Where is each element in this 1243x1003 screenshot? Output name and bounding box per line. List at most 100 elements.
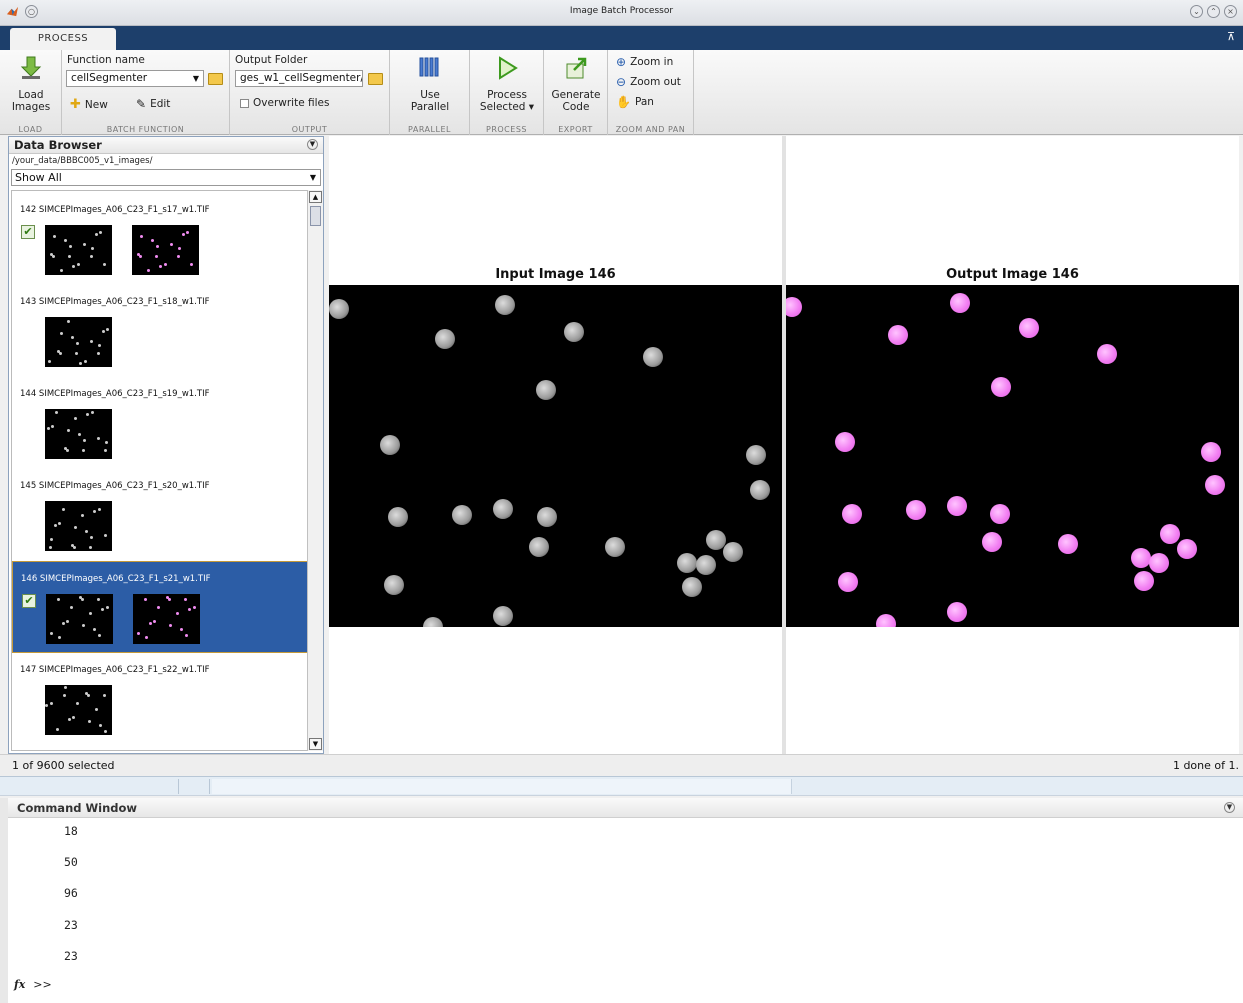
panel-options-icon[interactable]: ▼ xyxy=(1224,802,1235,813)
cell-blob xyxy=(746,445,766,465)
input-thumbnail[interactable] xyxy=(45,317,112,367)
thumbnail-cell xyxy=(59,352,62,355)
new-function-button[interactable]: ✚ New xyxy=(70,97,108,112)
list-item-name: 145 SIMCEPImages_A06_C23_F1_s20_w1.TIF xyxy=(20,481,210,491)
use-parallel-button[interactable]: Use Parallel xyxy=(402,54,458,113)
output-thumbnail[interactable] xyxy=(132,225,199,275)
output-thumbnail[interactable] xyxy=(133,594,200,644)
function-name-dropdown[interactable]: cellSegmenter ▼ xyxy=(66,70,204,87)
zoom-out-button[interactable]: ⊖ Zoom out xyxy=(616,75,681,89)
thumbnail-cell xyxy=(89,546,92,549)
input-thumbnail[interactable] xyxy=(45,409,112,459)
input-thumbnail[interactable] xyxy=(45,501,112,551)
list-item[interactable]: 144 SIMCEPImages_A06_C23_F1_s19_w1.TIF xyxy=(12,377,307,469)
cell-blob xyxy=(1134,571,1154,591)
input-thumbnail[interactable] xyxy=(45,225,112,275)
minimize-icon[interactable]: ⌄ xyxy=(1190,5,1203,18)
filter-dropdown[interactable]: Show All ▼ xyxy=(11,169,321,186)
thumbnail-cell xyxy=(77,263,80,266)
cell-blob xyxy=(990,504,1010,524)
thumbnail-cell xyxy=(99,231,102,234)
thumbnail-cell xyxy=(190,263,193,266)
command-window[interactable]: Command Window ▼ 18 50 96 23 23 fx >> xyxy=(0,798,1243,1003)
list-item[interactable]: 142 SIMCEPImages_A06_C23_F1_s17_w1.TIF ✔ xyxy=(12,193,307,285)
input-thumbnail[interactable] xyxy=(46,594,113,644)
load-images-button[interactable]: Load Images xyxy=(8,54,54,113)
list-item[interactable]: 146 SIMCEPImages_A06_C23_F1_s21_w1.TIF ✔ xyxy=(12,561,307,653)
thumbnail-cell xyxy=(73,546,76,549)
cell-blob xyxy=(1097,344,1117,364)
cell-blob xyxy=(947,496,967,516)
output-image-panel: Output Image 146 xyxy=(786,136,1239,754)
command-window-header: Command Window ▼ xyxy=(8,798,1243,818)
group-load: Load Images LOAD xyxy=(0,50,62,135)
zoom-in-button[interactable]: ⊕ Zoom in xyxy=(616,55,673,69)
cell-blob xyxy=(1019,318,1039,338)
thumbnail-cell xyxy=(140,235,143,238)
cell-blob xyxy=(380,435,400,455)
thumbnail-cell xyxy=(95,708,98,711)
input-thumbnail[interactable] xyxy=(45,685,112,735)
list-scrollbar[interactable]: ▲ ▼ xyxy=(307,190,323,751)
thumbnail-cell xyxy=(48,360,51,363)
thumbnail-cell xyxy=(105,441,108,444)
folder-path: /your_data/BBBC005_v1_images/ xyxy=(12,156,153,166)
output-image[interactable] xyxy=(786,285,1239,627)
close-icon[interactable]: × xyxy=(1224,5,1237,18)
pan-button[interactable]: ✋ Pan xyxy=(616,95,654,109)
cell-blob xyxy=(605,537,625,557)
function-folder-icon[interactable] xyxy=(208,73,223,85)
thumbnail-cell xyxy=(176,612,179,615)
thumbnail-cell xyxy=(63,694,66,697)
command-prompt[interactable]: fx >> xyxy=(14,978,52,991)
maximize-icon[interactable]: ⌃ xyxy=(1207,5,1220,18)
cell-blob xyxy=(564,322,584,342)
thumbnail-cell xyxy=(79,362,82,365)
function-name-label: Function name xyxy=(67,54,145,66)
thumbnail-cell xyxy=(157,606,160,609)
thumbnail-cell xyxy=(83,243,86,246)
list-item[interactable]: 145 SIMCEPImages_A06_C23_F1_s20_w1.TIF xyxy=(12,469,307,561)
scroll-down-icon[interactable]: ▼ xyxy=(309,738,322,750)
thumbnail-cell xyxy=(104,534,107,537)
thumbnail-cell xyxy=(91,247,94,250)
scroll-thumb[interactable] xyxy=(310,206,321,226)
output-folder-field[interactable]: ges_w1_cellSegmenter/ xyxy=(235,70,363,87)
function-browser-icon[interactable]: fx xyxy=(14,978,25,991)
scroll-thumb-horizontal[interactable] xyxy=(212,779,792,794)
thumbnail-cell xyxy=(83,439,86,442)
overwrite-files-checkbox[interactable]: Overwrite files xyxy=(240,97,329,109)
horizontal-scrollbar[interactable] xyxy=(0,776,1243,796)
tab-process[interactable]: PROCESS xyxy=(10,28,116,50)
process-selected-button[interactable]: Process Selected ▾ xyxy=(476,54,538,113)
cell-blob xyxy=(876,614,896,627)
collapse-ribbon-icon[interactable]: ⊼ xyxy=(1227,30,1235,43)
list-item[interactable]: 143 SIMCEPImages_A06_C23_F1_s18_w1.TIF xyxy=(12,285,307,377)
thumbnail-cell xyxy=(102,330,105,333)
cell-blob xyxy=(493,606,513,626)
thumbnail-cell xyxy=(88,720,91,723)
group-output: Output Folder ges_w1_cellSegmenter/ Over… xyxy=(230,50,390,135)
image-list[interactable]: 142 SIMCEPImages_A06_C23_F1_s17_w1.TIF ✔ 1… xyxy=(11,190,308,751)
output-folder-label: Output Folder xyxy=(235,54,308,66)
progress-status: 1 done of 1. xyxy=(1172,759,1239,772)
panel-options-icon[interactable]: ▼ xyxy=(307,139,318,150)
thumbnail-cell xyxy=(91,411,94,414)
input-image[interactable] xyxy=(329,285,782,627)
cell-blob xyxy=(1205,475,1225,495)
edit-function-button[interactable]: ✎ Edit xyxy=(136,97,170,111)
cell-blob xyxy=(536,380,556,400)
thumbnail-cell xyxy=(104,730,107,733)
thumbnail-cell xyxy=(67,429,70,432)
plus-icon: ✚ xyxy=(70,97,81,112)
list-item[interactable]: 147 SIMCEPImages_A06_C23_F1_s22_w1.TIF xyxy=(12,653,307,745)
scroll-up-icon[interactable]: ▲ xyxy=(309,191,322,203)
cell-blob xyxy=(495,295,515,315)
status-bar: 1 of 9600 selected 1 done of 1. xyxy=(0,754,1243,776)
thumbnail-cell xyxy=(97,598,100,601)
thumbnail-cell xyxy=(106,606,109,609)
output-folder-icon[interactable] xyxy=(368,73,383,85)
thumbnail-cell xyxy=(139,255,142,258)
generate-code-button[interactable]: Generate Code xyxy=(548,54,604,113)
thumbnail-cell xyxy=(45,704,48,707)
